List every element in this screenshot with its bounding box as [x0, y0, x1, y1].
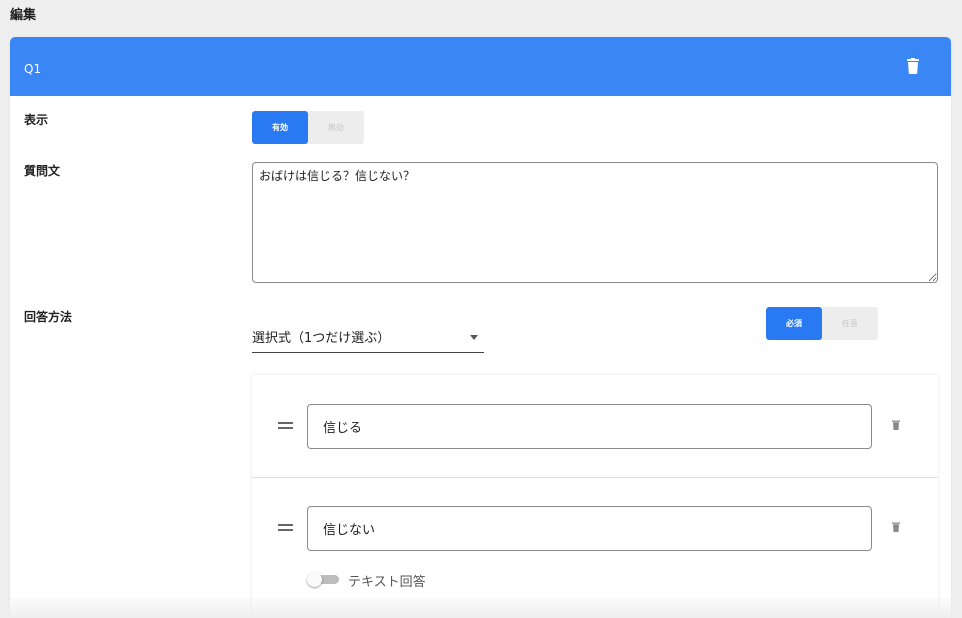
choice-input-2[interactable]	[307, 506, 872, 551]
trash-icon[interactable]	[892, 420, 900, 430]
display-disabled-button[interactable]: 無効	[308, 111, 364, 144]
answer-type-select[interactable]: 選択式（1つだけ選ぶ）	[252, 323, 484, 353]
text-answer-label: テキスト回答	[348, 575, 426, 590]
choices-panel: テキスト回答	[252, 375, 938, 618]
display-toggle: 有効 無効	[252, 111, 364, 144]
page-title: 編集	[10, 8, 37, 23]
question-text-label: 質問文	[24, 164, 61, 178]
text-answer-toggle[interactable]	[307, 572, 341, 587]
optional-button[interactable]: 任意	[822, 307, 878, 340]
answer-method-label: 回答方法	[24, 310, 73, 324]
switch-thumb	[307, 572, 322, 587]
drag-handle-icon[interactable]	[278, 524, 293, 532]
drag-handle-icon[interactable]	[278, 422, 293, 430]
divider	[252, 477, 938, 478]
question-number: Q1	[24, 62, 42, 76]
required-button[interactable]: 必須	[766, 307, 822, 340]
answer-type-value: 選択式（1つだけ選ぶ）	[252, 331, 391, 346]
question-card: Q1 表示 有効 無効 質問文 回答方法 選択式（1つだけ選ぶ） 必須 任意	[10, 37, 951, 618]
display-enabled-button[interactable]: 有効	[252, 111, 308, 144]
trash-icon[interactable]	[892, 522, 900, 532]
question-header: Q1	[10, 37, 951, 96]
question-text-input[interactable]	[252, 162, 938, 283]
choice-input-1[interactable]	[307, 404, 872, 449]
required-toggle: 必須 任意	[766, 307, 878, 340]
trash-icon[interactable]	[906, 58, 920, 74]
chevron-down-icon	[470, 335, 478, 340]
bottom-fade	[0, 598, 962, 618]
display-label: 表示	[24, 113, 49, 127]
